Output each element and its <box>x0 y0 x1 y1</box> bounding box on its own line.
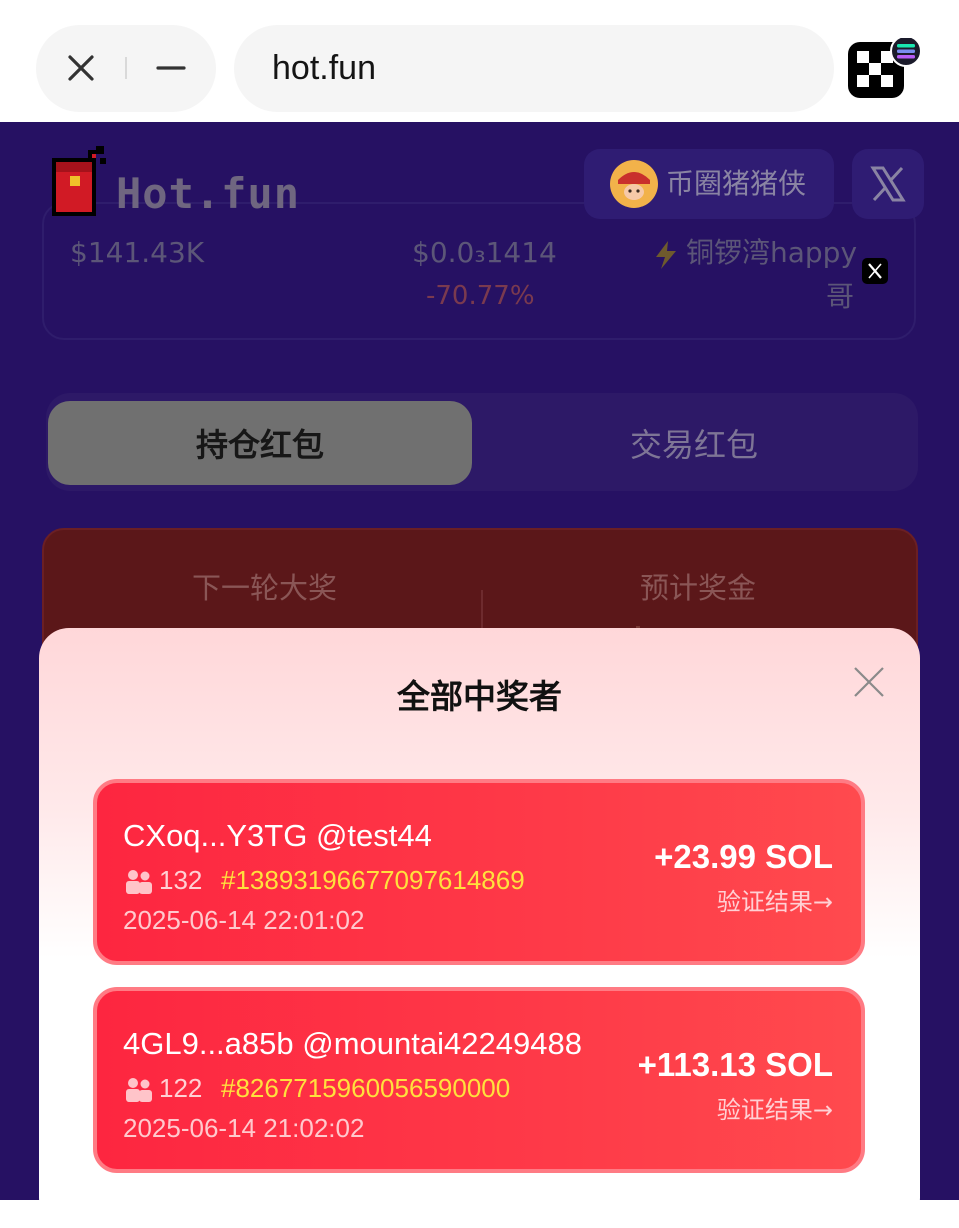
price-value: $0.0₃1414 <box>412 236 557 269</box>
winner-participant-count: 132 <box>159 865 203 895</box>
creator-x-icon[interactable] <box>862 258 888 284</box>
browser-toolbar: hot.fun <box>0 0 959 122</box>
creator-name[interactable]: 铜锣湾happy <box>686 236 857 270</box>
user-name: 币圈猪猪侠 <box>666 167 807 200</box>
all-winners-modal: 全部中奖者 CXoq...Y3TG @test44 132 #138931966… <box>39 628 920 1228</box>
x-icon <box>870 166 906 202</box>
people-icon <box>126 870 152 894</box>
winner-address: CXoq...Y3TG @test44 <box>123 818 432 853</box>
winner-hash: #13893196677097614869 <box>221 865 525 895</box>
winner-amount: +113.13 SOL <box>637 1046 833 1083</box>
winner-card[interactable]: 4GL9...a85b @mountai42249488 122 #826771… <box>93 987 865 1173</box>
url-text: hot.fun <box>272 49 376 87</box>
window-controls <box>36 25 216 112</box>
address-bar[interactable]: hot.fun <box>234 25 834 112</box>
redpacket-tabs: 持仓红包 交易红包 <box>46 393 918 491</box>
winner-participant-count: 122 <box>159 1073 203 1103</box>
verify-result-link[interactable]: 验证结果→ <box>717 887 833 917</box>
winner-card[interactable]: CXoq...Y3TG @test44 132 #138931966770976… <box>93 779 865 965</box>
close-icon[interactable] <box>58 45 104 91</box>
winner-address: 4GL9...a85b @mountai42249488 <box>123 1026 582 1061</box>
winner-date: 2025-06-14 21:02:02 <box>123 1113 365 1143</box>
minimize-icon[interactable] <box>148 45 194 91</box>
winner-date: 2025-06-14 22:01:02 <box>123 905 365 935</box>
winner-hash: #8267715960056590000 <box>221 1073 511 1103</box>
tab-trading-redpacket[interactable]: 交易红包 <box>482 401 906 485</box>
close-icon[interactable] <box>849 662 889 702</box>
market-cap-value: $141.43K <box>70 236 205 269</box>
estimated-prize-label: 预计奖金 <box>640 571 757 605</box>
price-change: -70.77% <box>426 281 535 311</box>
winner-amount: +23.99 SOL <box>654 838 833 875</box>
modal-title: 全部中奖者 <box>397 677 562 716</box>
people-icon <box>126 1078 152 1102</box>
controls-divider <box>125 57 127 79</box>
x-social-button[interactable] <box>852 149 924 219</box>
creator-name-cont: 哥 <box>826 280 855 313</box>
okx-wallet-icon[interactable] <box>848 38 924 98</box>
site-header: Hot.fun 币圈猪猪侠 <box>0 122 959 240</box>
avatar <box>610 160 658 208</box>
red-envelope-logo-icon[interactable] <box>48 144 114 222</box>
tab-holding-redpacket[interactable]: 持仓红包 <box>48 401 472 485</box>
next-round-label: 下一轮大奖 <box>192 571 338 605</box>
site-logo-text[interactable]: Hot.fun <box>116 170 300 218</box>
lightning-icon <box>656 241 676 269</box>
verify-result-link[interactable]: 验证结果→ <box>717 1095 833 1125</box>
user-profile-button[interactable]: 币圈猪猪侠 <box>584 149 834 219</box>
